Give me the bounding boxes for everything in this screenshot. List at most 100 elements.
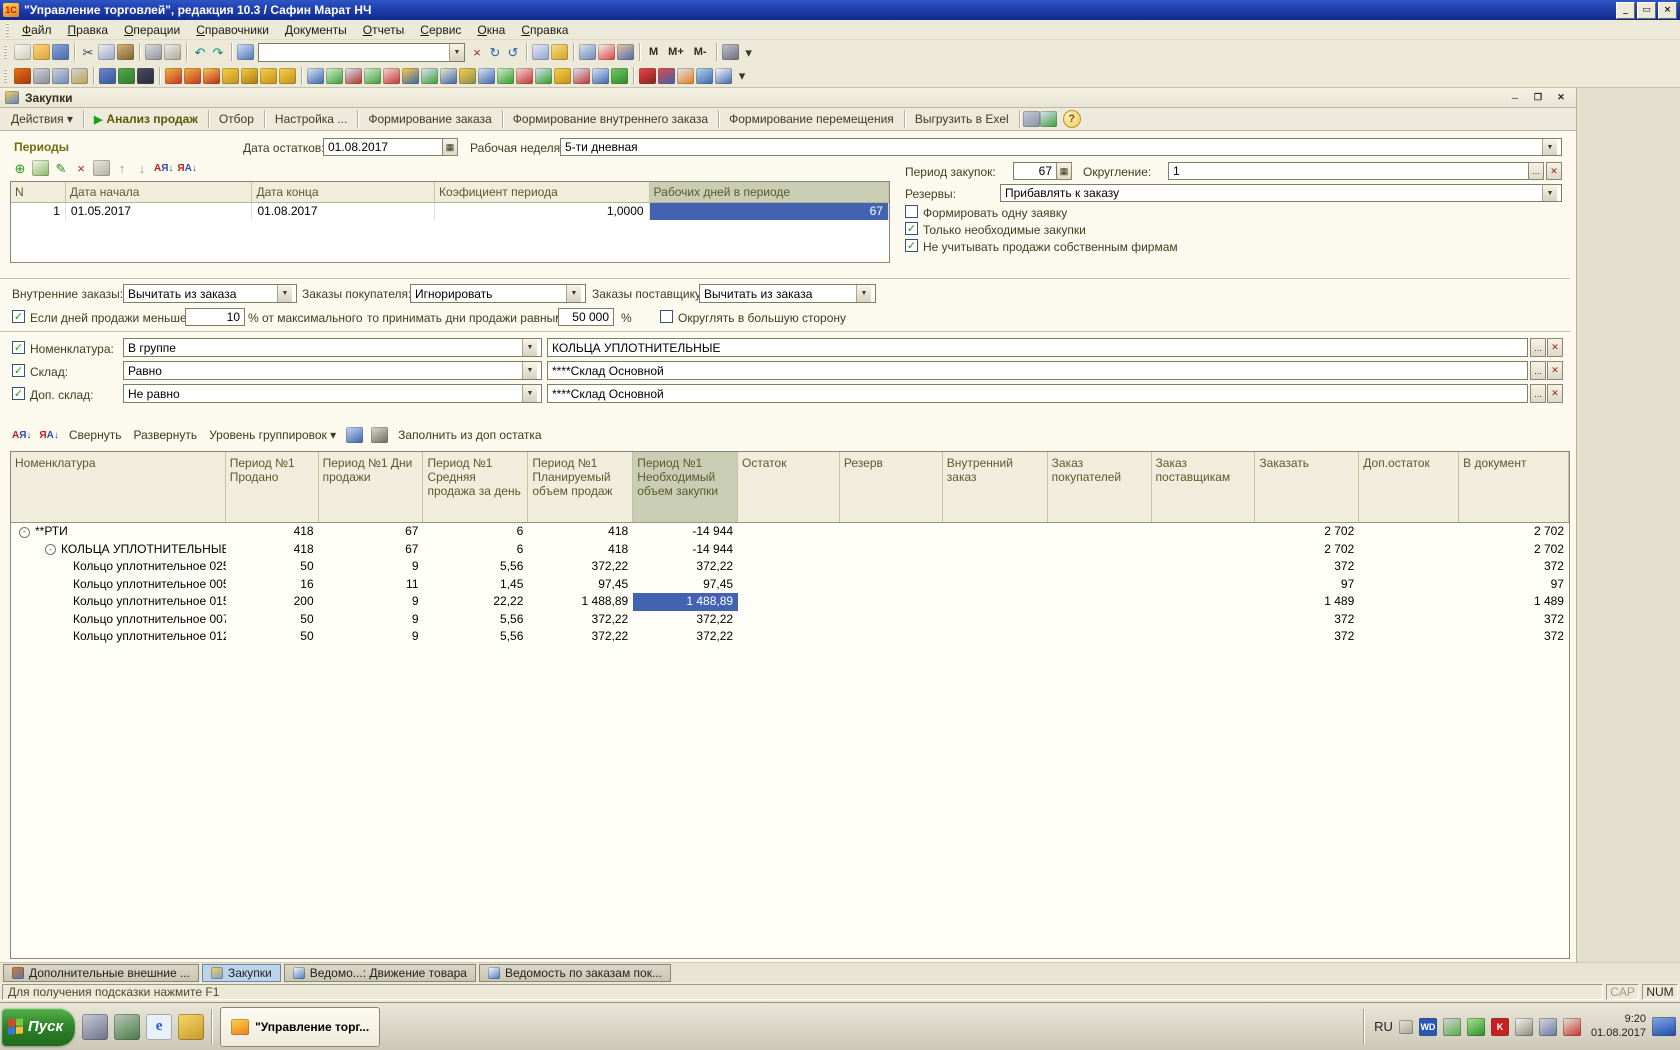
table-column-header[interactable]: Заказ поставщикам bbox=[1152, 452, 1256, 522]
money-flow-icon[interactable] bbox=[402, 68, 419, 84]
delete-row-icon[interactable]: × bbox=[73, 160, 89, 176]
expand-link[interactable]: Развернуть bbox=[131, 428, 199, 442]
action-4[interactable]: Формирование заказа bbox=[361, 112, 498, 126]
chevron-down-icon[interactable]: ▼ bbox=[1542, 185, 1557, 201]
info-icon[interactable] bbox=[551, 44, 568, 60]
balance-date-calendar-button[interactable]: ▦ bbox=[442, 138, 458, 156]
sort-ascending-icon[interactable]: АЯ↓ bbox=[154, 163, 173, 174]
layout-switch-icon[interactable] bbox=[1399, 1020, 1413, 1034]
memory-recall-button[interactable]: M bbox=[645, 46, 662, 58]
chevron-down-icon[interactable]: ▼ bbox=[522, 385, 537, 402]
mdi-tab-0[interactable]: Дополнительные внешние ... bbox=[3, 964, 199, 982]
toolbar-grip[interactable] bbox=[4, 69, 7, 83]
customer-order-icon[interactable] bbox=[307, 68, 324, 84]
view-settings-icon[interactable] bbox=[346, 427, 363, 443]
language-indicator[interactable]: RU bbox=[1374, 1019, 1393, 1034]
rounding-select-button[interactable]: ... bbox=[1528, 162, 1544, 180]
print-icon[interactable] bbox=[145, 44, 162, 60]
collapse-node-icon[interactable]: - bbox=[19, 527, 30, 538]
table-row[interactable]: -**РТИ418676418-14 9442 7022 702 bbox=[11, 523, 1569, 541]
chevron-down-icon[interactable]: ▼ bbox=[856, 285, 871, 302]
export-mxl-icon[interactable] bbox=[1023, 111, 1040, 127]
copy-row-icon[interactable] bbox=[32, 160, 49, 176]
doc-money-icon[interactable] bbox=[554, 68, 571, 84]
find-previous-icon[interactable]: ↺ bbox=[505, 44, 521, 60]
table-column-header[interactable]: Номенклатура bbox=[11, 452, 226, 522]
mdi-tab-1[interactable]: Закупки bbox=[202, 964, 281, 982]
rounding-clear-button[interactable]: ✕ bbox=[1546, 162, 1562, 180]
filter-value-field[interactable]: ****Склад Основной bbox=[547, 384, 1528, 403]
periods-table-row[interactable]: 101.05.201701.08.20171,000067 bbox=[11, 203, 889, 220]
save-icon[interactable] bbox=[52, 44, 69, 60]
export-excel-icon[interactable] bbox=[1040, 111, 1057, 127]
money-out-icon[interactable] bbox=[279, 68, 296, 84]
doc-plus-icon[interactable] bbox=[497, 68, 514, 84]
sort-ascending-icon[interactable]: АЯ↓ bbox=[12, 430, 31, 441]
tray-power-icon[interactable] bbox=[1467, 1018, 1485, 1036]
report-sum-icon[interactable] bbox=[639, 68, 656, 84]
filter-condition-combobox[interactable]: В группе▼ bbox=[123, 338, 542, 357]
money-in-icon[interactable] bbox=[260, 68, 277, 84]
filter-checkbox[interactable]: ✓ bbox=[12, 387, 25, 400]
sort-descending-icon[interactable]: ЯА↓ bbox=[177, 163, 196, 174]
redo-icon[interactable]: ↷ bbox=[210, 44, 226, 60]
chevron-down-icon[interactable]: ▼ bbox=[1542, 139, 1557, 155]
periods-table[interactable]: NДата началаДата концаКоэфициент периода… bbox=[10, 181, 890, 263]
filter-value-field[interactable]: КОЛЬЦА УПЛОТНИТЕЛЬНЫЕ bbox=[547, 338, 1528, 357]
quicklaunch-folder-icon[interactable] bbox=[178, 1014, 204, 1040]
post-row-icon[interactable] bbox=[93, 160, 110, 176]
quicklaunch-devices-icon[interactable] bbox=[114, 1014, 140, 1040]
table-row[interactable]: -КОЛЬЦА УПЛОТНИТЕЛЬНЫЕ418676418-14 9442 … bbox=[11, 541, 1569, 559]
menu-item-3[interactable]: Справочники bbox=[188, 21, 277, 39]
mdi-tab-3[interactable]: Ведомость по заказам пок... bbox=[479, 964, 671, 982]
order-setting-combobox[interactable]: Игнорировать▼ bbox=[410, 284, 586, 303]
option-checkbox-2[interactable]: ✓ bbox=[905, 239, 918, 252]
chevron-down-icon[interactable]: ▼ bbox=[277, 285, 292, 302]
maximize-button[interactable]: ▭ bbox=[1637, 2, 1656, 19]
report-chart-icon[interactable] bbox=[715, 68, 732, 84]
doc-refresh-icon[interactable] bbox=[478, 68, 495, 84]
collapse-link[interactable]: Свернуть bbox=[67, 428, 124, 442]
toolbar2-overflow-icon[interactable]: ▾ bbox=[734, 68, 750, 84]
periods-column-header[interactable]: Дата конца bbox=[252, 182, 435, 202]
service-settings-icon[interactable] bbox=[722, 44, 739, 60]
work-week-combobox[interactable]: 5-ти дневная▼ bbox=[560, 138, 1562, 156]
taskbar-task-button[interactable]: "Управление торг... bbox=[220, 1007, 380, 1047]
doc-minus-icon[interactable] bbox=[516, 68, 533, 84]
chevron-down-icon[interactable]: ▼ bbox=[522, 339, 537, 356]
report-cube-icon[interactable] bbox=[696, 68, 713, 84]
table-row[interactable]: Кольцо уплотнительное 005...16111,4597,4… bbox=[11, 576, 1569, 594]
collapse-node-icon[interactable]: - bbox=[45, 544, 56, 555]
data-storage-icon[interactable] bbox=[611, 68, 628, 84]
start-button[interactable]: Пуск bbox=[2, 1008, 75, 1046]
cash-safe-icon[interactable] bbox=[118, 68, 135, 84]
close-button[interactable]: × bbox=[1658, 2, 1677, 19]
print-preview-icon[interactable] bbox=[164, 44, 181, 60]
print-table-icon[interactable] bbox=[371, 427, 388, 443]
option-checkbox-1[interactable]: ✓ bbox=[905, 222, 918, 235]
reserves-combobox[interactable]: Прибавлять к заказу▼ bbox=[1000, 184, 1562, 202]
action-5[interactable]: Формирование внутреннего заказа bbox=[506, 112, 715, 126]
add-row-icon[interactable]: ⊕ bbox=[12, 160, 28, 176]
sales-days-value-field[interactable]: 50 000 bbox=[558, 308, 614, 326]
child-minimize-button[interactable]: ─ bbox=[1507, 91, 1523, 105]
table-column-header[interactable]: Период №1 Дни продажи bbox=[319, 452, 424, 522]
table-column-header[interactable]: Заказ покупателей bbox=[1048, 452, 1152, 522]
new-document-icon[interactable] bbox=[14, 44, 31, 60]
table-row[interactable]: Кольцо уплотнительное 015...200922,221 4… bbox=[11, 593, 1569, 611]
menu-item-6[interactable]: Сервис bbox=[412, 21, 469, 39]
menu-item-4[interactable]: Документы bbox=[277, 21, 355, 39]
fill-from-extra-balance-link[interactable]: Заполнить из доп остатка bbox=[396, 428, 543, 442]
periods-column-header[interactable]: N bbox=[11, 182, 66, 202]
action-3[interactable]: Настройка ... bbox=[268, 112, 354, 126]
goods-receipt-icon[interactable] bbox=[326, 68, 343, 84]
menu-item-5[interactable]: Отчеты bbox=[355, 21, 413, 39]
grouping-level-menu[interactable]: Уровень группировок ▾ bbox=[207, 428, 338, 442]
chevron-down-icon[interactable]: ▼ bbox=[522, 362, 537, 379]
quicklaunch-ie-icon[interactable]: e bbox=[146, 1014, 172, 1040]
doc-cancel-icon[interactable] bbox=[573, 68, 590, 84]
find-next-icon[interactable]: ↻ bbox=[487, 44, 503, 60]
toolbar-grip[interactable] bbox=[6, 23, 9, 37]
balance-date-field[interactable]: 01.08.2017 bbox=[323, 138, 443, 156]
action-1[interactable]: ▶Анализ продаж bbox=[87, 112, 205, 126]
